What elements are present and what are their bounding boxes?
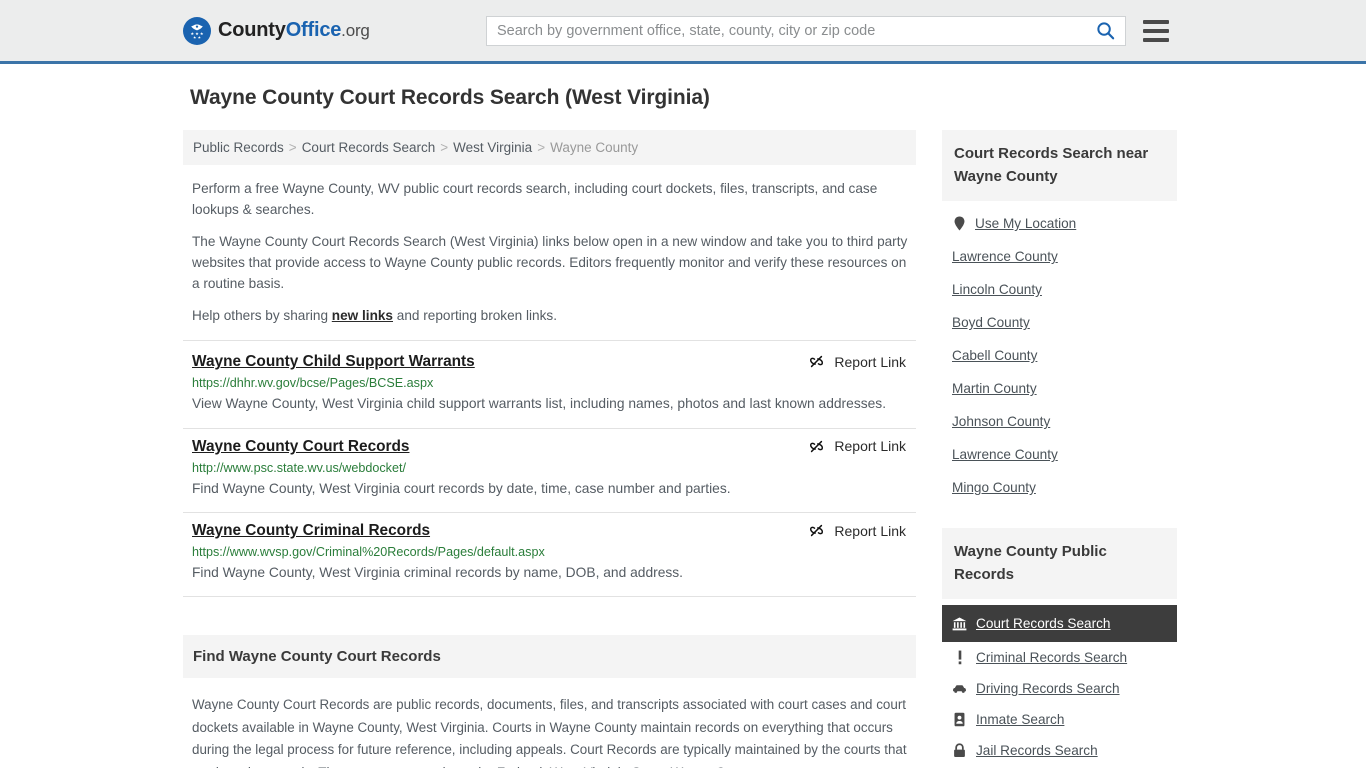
breadcrumb-separator: > xyxy=(288,140,297,155)
link-entry-title[interactable]: Wayne County Court Records xyxy=(192,438,409,456)
breadcrumb-item-wayne-county: Wayne County xyxy=(550,140,639,155)
id-badge-icon xyxy=(952,712,967,727)
report-link-button[interactable]: Report Link xyxy=(808,353,916,370)
intro-text: Perform a free Wayne County, WV public c… xyxy=(183,178,916,326)
find-records-heading: Find Wayne County Court Records xyxy=(183,635,916,679)
intro-paragraph-3: Help others by sharing new links and rep… xyxy=(192,305,916,326)
sidebar-item-use-my-location[interactable]: Use My Location xyxy=(942,207,1177,240)
main-content: Public Records > Court Records Search > West… xyxy=(183,130,916,768)
search-input[interactable] xyxy=(487,16,1085,45)
link-entry: Wayne County Court Records Report Link h… xyxy=(183,429,916,514)
intro-paragraph-2: The Wayne County Court Records Search (W… xyxy=(192,234,908,292)
sidebar-public-records-block: Wayne County Public Records Court Record… xyxy=(942,528,1177,766)
site-logo[interactable]: CountyOffice.org xyxy=(183,16,370,45)
report-link-label: Report Link xyxy=(834,438,906,455)
brand-part-county: County xyxy=(218,19,286,41)
county-link[interactable]: Lincoln County xyxy=(952,282,1042,297)
breadcrumb-item-west-virginia[interactable]: West Virginia xyxy=(453,140,532,155)
breadcrumb: Public Records > Court Records Search > West… xyxy=(183,130,916,165)
lock-icon xyxy=(952,743,967,758)
report-link-label: Report Link xyxy=(834,522,906,539)
page-container: Wayne County Court Records Search (West … xyxy=(183,64,1183,768)
new-links-link[interactable]: new links xyxy=(332,308,393,323)
search-icon xyxy=(1096,22,1114,40)
sidebar-public-records-heading: Wayne County Public Records xyxy=(942,528,1177,599)
link-entry-title[interactable]: Wayne County Criminal Records xyxy=(192,522,430,540)
exclamation-icon xyxy=(952,650,967,665)
sidebar-item-county[interactable]: Lawrence County xyxy=(942,438,1177,471)
sidebar-near-heading: Court Records Search near Wayne County xyxy=(942,130,1177,201)
breadcrumb-separator: > xyxy=(537,140,546,155)
county-link[interactable]: Cabell County xyxy=(952,348,1037,363)
eagle-shield-logo-icon xyxy=(183,16,211,45)
public-records-link[interactable]: Inmate Search xyxy=(976,712,1064,727)
link-entry: Wayne County Criminal Records Report Lin… xyxy=(183,513,916,598)
page-title: Wayne County Court Records Search (West … xyxy=(190,86,710,109)
broken-link-icon xyxy=(810,524,824,537)
sidebar-item-county[interactable]: Johnson County xyxy=(942,405,1177,438)
sidebar: Court Records Search near Wayne County U… xyxy=(942,130,1177,766)
sidebar-item-county[interactable]: Lawrence County xyxy=(942,240,1177,273)
broken-link-icon xyxy=(810,356,824,368)
bank-building-icon xyxy=(952,617,967,631)
sidebar-item-jail-records-search[interactable]: Jail Records Search xyxy=(942,735,1177,766)
link-entry-description: Find Wayne County, West Virginia court r… xyxy=(192,480,731,496)
county-link[interactable]: Boyd County xyxy=(952,315,1030,330)
site-header: CountyOffice.org xyxy=(0,0,1366,64)
public-records-link[interactable]: Jail Records Search xyxy=(976,743,1098,758)
link-entry-url[interactable]: https://dhhr.wv.gov/bcse/Pages/BCSE.aspx xyxy=(192,376,916,390)
brand-wordmark: CountyOffice.org xyxy=(218,19,370,42)
breadcrumb-separator: > xyxy=(440,140,449,155)
breadcrumb-item-court-records-search[interactable]: Court Records Search xyxy=(302,140,436,155)
public-records-link[interactable]: Court Records Search xyxy=(976,616,1110,631)
sidebar-item-driving-records-search[interactable]: Driving Records Search xyxy=(942,673,1177,704)
report-link-label: Report Link xyxy=(834,353,906,370)
map-pin-icon xyxy=(952,216,967,231)
county-link[interactable]: Lawrence County xyxy=(952,249,1058,264)
sidebar-item-county[interactable]: Boyd County xyxy=(942,306,1177,339)
report-link-button[interactable]: Report Link xyxy=(808,438,916,455)
link-entry-url[interactable]: http://www.psc.state.wv.us/webdocket/ xyxy=(192,461,916,475)
sidebar-near-list: Use My Location Lawrence County Lincoln … xyxy=(942,201,1177,504)
county-link[interactable]: Martin County xyxy=(952,381,1037,396)
brand-part-office: Office xyxy=(285,19,342,41)
search-bar[interactable] xyxy=(486,15,1126,46)
link-entry-description: Find Wayne County, West Virginia crimina… xyxy=(192,565,684,581)
brand-part-org: .org xyxy=(341,21,370,40)
sidebar-item-criminal-records-search[interactable]: Criminal Records Search xyxy=(942,642,1177,673)
link-entry-title[interactable]: Wayne County Child Support Warrants xyxy=(192,353,475,371)
sidebar-item-inmate-search[interactable]: Inmate Search xyxy=(942,704,1177,735)
county-link[interactable]: Mingo County xyxy=(952,480,1036,495)
sidebar-public-records-list: Court Records Search Criminal Records Se… xyxy=(942,599,1177,766)
resource-link-list: Wayne County Child Support Warrants Repo… xyxy=(183,340,916,598)
public-records-link[interactable]: Criminal Records Search xyxy=(976,650,1127,665)
link-entry-description: View Wayne County, West Virginia child s… xyxy=(192,396,887,412)
link-entry: Wayne County Child Support Warrants Repo… xyxy=(183,340,916,429)
find-records-section: Find Wayne County Court Records Wayne Co… xyxy=(183,635,916,768)
link-entry-url[interactable]: https://www.wvsp.gov/Criminal%20Records/… xyxy=(192,545,916,559)
public-records-link[interactable]: Driving Records Search xyxy=(976,681,1120,696)
county-link[interactable]: Johnson County xyxy=(952,414,1050,429)
use-my-location-link[interactable]: Use My Location xyxy=(975,216,1076,231)
breadcrumb-item-public-records[interactable]: Public Records xyxy=(193,140,284,155)
intro-p3-after: and reporting broken links. xyxy=(393,308,557,324)
car-icon xyxy=(952,683,967,694)
find-records-body: Wayne County Court Records are public re… xyxy=(192,697,907,768)
hamburger-menu-icon[interactable] xyxy=(1143,20,1169,42)
search-button[interactable] xyxy=(1085,17,1125,45)
intro-p3-before: Help others by sharing xyxy=(192,308,332,324)
sidebar-item-court-records-search[interactable]: Court Records Search xyxy=(942,605,1177,642)
sidebar-item-county[interactable]: Lincoln County xyxy=(942,273,1177,306)
sidebar-item-county[interactable]: Mingo County xyxy=(942,471,1177,504)
county-link[interactable]: Lawrence County xyxy=(952,447,1058,462)
report-link-button[interactable]: Report Link xyxy=(808,522,916,539)
broken-link-icon xyxy=(810,440,824,452)
sidebar-item-county[interactable]: Martin County xyxy=(942,372,1177,405)
sidebar-item-county[interactable]: Cabell County xyxy=(942,339,1177,372)
intro-paragraph-1: Perform a free Wayne County, WV public c… xyxy=(192,181,878,218)
